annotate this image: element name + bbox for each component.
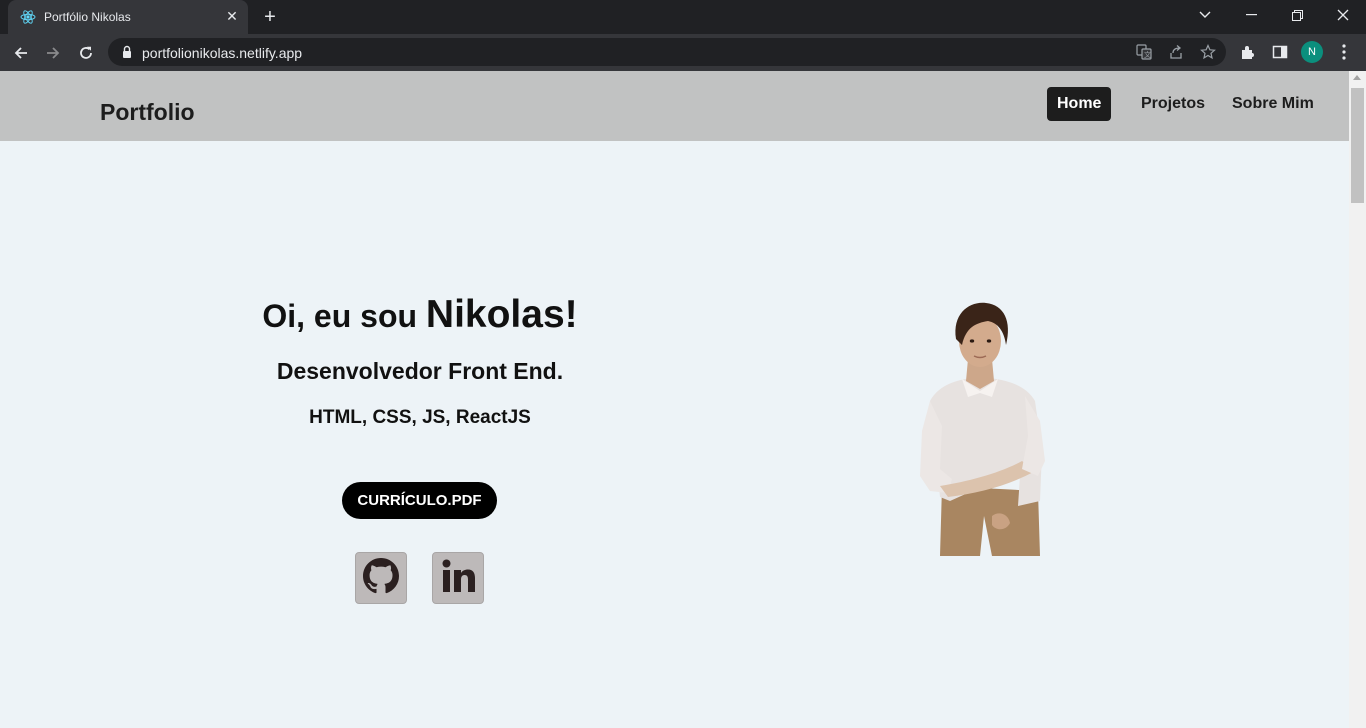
browser-toolbar: portfolionikolas.netlify.app 文 N bbox=[0, 34, 1366, 71]
scroll-thumb[interactable] bbox=[1351, 88, 1364, 203]
tab-title: Portfólio Nikolas bbox=[44, 10, 131, 24]
new-tab-button[interactable]: + bbox=[258, 6, 282, 28]
greeting-text: Oi, eu sou bbox=[262, 298, 426, 334]
linkedin-icon bbox=[438, 556, 478, 601]
side-panel-icon[interactable] bbox=[1270, 42, 1290, 62]
github-link[interactable] bbox=[355, 552, 407, 604]
browser-tab[interactable]: Portfólio Nikolas ✕ bbox=[8, 0, 248, 34]
nav-sobre-mim[interactable]: Sobre Mim bbox=[1222, 87, 1324, 121]
restore-button[interactable] bbox=[1274, 0, 1320, 30]
nav-home[interactable]: Home bbox=[1047, 87, 1112, 121]
site-header: Portfolio Home Projetos Sobre Mim bbox=[0, 71, 1349, 141]
scroll-up-arrow-icon[interactable] bbox=[1353, 75, 1361, 80]
nav-projetos[interactable]: Projetos bbox=[1131, 87, 1215, 121]
menu-kebab-icon[interactable] bbox=[1334, 42, 1354, 62]
share-icon[interactable] bbox=[1167, 43, 1185, 61]
tab-strip: Portfólio Nikolas ✕ + bbox=[0, 0, 1366, 34]
minimize-button[interactable] bbox=[1228, 0, 1274, 30]
reload-button[interactable] bbox=[73, 40, 99, 66]
page-viewport: Portfolio Home Projetos Sobre Mim Oi, eu… bbox=[0, 71, 1349, 728]
svg-text:文: 文 bbox=[1144, 50, 1151, 59]
lock-icon[interactable] bbox=[120, 45, 134, 59]
hero-role: Desenvolvedor Front End. bbox=[276, 358, 564, 384]
hero-skills: HTML, CSS, JS, ReactJS bbox=[309, 407, 531, 428]
profile-photo bbox=[900, 301, 1060, 556]
linkedin-link[interactable] bbox=[432, 552, 484, 604]
profile-avatar[interactable]: N bbox=[1301, 41, 1323, 63]
tab-search-icon[interactable] bbox=[1182, 0, 1228, 30]
forward-button[interactable] bbox=[40, 40, 66, 66]
translate-icon[interactable]: 文 bbox=[1135, 43, 1153, 61]
tab-close-icon[interactable]: ✕ bbox=[224, 8, 240, 24]
back-button[interactable] bbox=[8, 40, 34, 66]
url-text[interactable]: portfolionikolas.netlify.app bbox=[142, 45, 302, 61]
github-icon bbox=[363, 557, 399, 599]
hero-name: Nikolas! bbox=[425, 293, 578, 336]
site-logo[interactable]: Portfolio bbox=[100, 99, 195, 126]
address-bar[interactable]: portfolionikolas.netlify.app 文 bbox=[108, 38, 1226, 66]
close-window-button[interactable] bbox=[1320, 0, 1366, 30]
bookmark-star-icon[interactable] bbox=[1199, 43, 1217, 61]
hero-greeting: Oi, eu sou Nikolas! bbox=[220, 291, 620, 340]
react-favicon-icon bbox=[20, 9, 36, 25]
page-scrollbar[interactable] bbox=[1349, 71, 1366, 728]
hero-intro: Oi, eu sou Nikolas! Desenvolvedor Front … bbox=[220, 291, 620, 429]
extensions-icon[interactable] bbox=[1238, 42, 1258, 62]
curriculo-button[interactable]: CURRÍCULO.PDF bbox=[342, 482, 497, 519]
